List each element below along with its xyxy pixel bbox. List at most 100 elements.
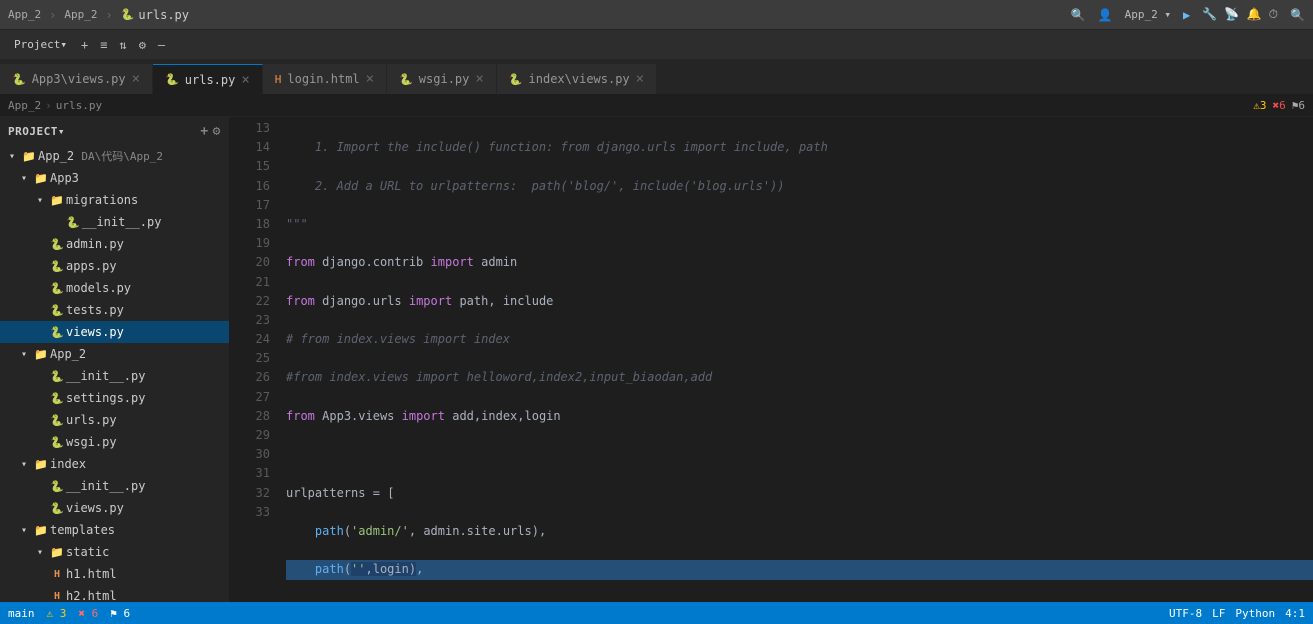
error-status[interactable]: ✖ 6 [78, 607, 98, 620]
folder-icon: 📁 [32, 524, 50, 537]
tab-app3views[interactable]: 🐍 App3\views.py × [0, 64, 153, 94]
code-line-22: urlpatterns = [ [286, 484, 1313, 503]
sidebar-item-apps[interactable]: 🐍 apps.py [0, 255, 229, 277]
code-line-19: #from index.views import helloword,index… [286, 368, 1313, 387]
tabbar: 🐍 App3\views.py × 🐍 urls.py × H login.ht… [0, 60, 1313, 95]
py-icon: 🐍 [48, 326, 66, 339]
title-app2: App_2 [8, 8, 41, 21]
sidebar: Project▾ + ⚙ ▾ 📁 App_2 DA\代码\App_2 ▾ 📁 A… [0, 117, 230, 602]
sidebar-item-models[interactable]: 🐍 models.py [0, 277, 229, 299]
sidebar-item-init2[interactable]: 🐍 __init__.py [0, 365, 229, 387]
minimize-icon[interactable]: – [154, 36, 169, 54]
sidebar-item-h1[interactable]: H h1.html [0, 563, 229, 585]
main-area: Project▾ + ⚙ ▾ 📁 App_2 DA\代码\App_2 ▾ 📁 A… [0, 117, 1313, 602]
tab-close[interactable]: × [636, 72, 644, 86]
title-urls: 🐍 urls.py [121, 8, 189, 22]
tab-label: App3\views.py [32, 72, 126, 86]
code-line-16: from django.contrib import admin [286, 253, 1313, 272]
code-line-21 [286, 445, 1313, 464]
py-icon: 🐍 [12, 73, 26, 86]
sidebar-item-urls[interactable]: 🐍 urls.py [0, 409, 229, 431]
html-icon: H [48, 591, 66, 602]
py-icon: 🐍 [48, 282, 66, 295]
user-icon[interactable]: 👤 [1098, 8, 1113, 22]
folder-icon: 📁 [48, 194, 66, 207]
tab-login[interactable]: H login.html × [263, 64, 387, 94]
py-icon: 🐍 [509, 73, 523, 86]
tab-close[interactable]: × [366, 72, 374, 86]
cursor-pos: 4:1 [1285, 607, 1305, 620]
code-line-25: # path('add/',add), [286, 599, 1313, 602]
sidebar-item-migrations[interactable]: ▾ 📁 migrations [0, 189, 229, 211]
py-icon: 🐍 [48, 392, 66, 405]
folder-icon: 📁 [20, 150, 38, 163]
line-numbers: 13 14 15 16 17 18 19 20 21 22 23 24 25 2… [230, 117, 278, 602]
toolbar: Project▾ + ≡ ⇅ ⚙ – [0, 30, 1313, 60]
sidebar-item-app2-root[interactable]: ▾ 📁 App_2 DA\代码\App_2 [0, 145, 229, 167]
info-status[interactable]: ⚑ 6 [110, 607, 130, 620]
settings-icon[interactable]: ⚙ [135, 36, 150, 54]
app2-label: App_2 ▾ [1125, 8, 1171, 21]
sidebar-settings-icon[interactable]: ⚙ [213, 124, 221, 139]
debug-icons: 🔧 📡 🔔 ⏱ [1202, 7, 1278, 22]
tab-urls[interactable]: 🐍 urls.py × [153, 64, 263, 94]
line-ending: LF [1212, 607, 1225, 620]
tab-wsgi[interactable]: 🐍 wsgi.py × [387, 64, 497, 94]
py-icon: 🐍 [48, 238, 66, 251]
py-icon: 🐍 [48, 502, 66, 515]
code-line-15: """ [286, 215, 1313, 234]
error-count: ✖6 [1273, 99, 1286, 112]
sidebar-item-templates[interactable]: ▾ 📁 templates [0, 519, 229, 541]
sidebar-header: Project▾ + ⚙ [0, 117, 229, 145]
code-editor[interactable]: 13 14 15 16 17 18 19 20 21 22 23 24 25 2… [230, 117, 1313, 602]
sidebar-item-index-views[interactable]: 🐍 views.py [0, 497, 229, 519]
folder-icon: 📁 [32, 172, 50, 185]
search-icon[interactable]: 🔍 [1071, 8, 1086, 22]
project-button[interactable]: Project▾ [8, 36, 73, 53]
add-icon[interactable]: + [77, 36, 92, 54]
sidebar-item-init1[interactable]: 🐍 __init__.py [0, 211, 229, 233]
code-line-24: path('',login), [286, 560, 1313, 579]
warning-status[interactable]: ⚠ 3 [47, 607, 67, 620]
sidebar-item-static[interactable]: ▾ 📁 static [0, 541, 229, 563]
sidebar-item-tests[interactable]: 🐍 tests.py [0, 299, 229, 321]
sidebar-item-views[interactable]: 🐍 views.py [0, 321, 229, 343]
sidebar-item-h2[interactable]: H h2.html [0, 585, 229, 602]
tab-close[interactable]: × [241, 73, 249, 87]
warning-count: ⚠3 [1253, 99, 1266, 112]
tab-close[interactable]: × [475, 72, 483, 86]
code-line-17: from django.urls import path, include [286, 292, 1313, 311]
sidebar-add-icon[interactable]: + [200, 124, 208, 139]
sidebar-item-init3[interactable]: 🐍 __init__.py [0, 475, 229, 497]
statusbar: main ⚠ 3 ✖ 6 ⚑ 6 UTF-8 LF Python 4:1 [0, 602, 1313, 624]
code-line-14: 2. Add a URL to urlpatterns: path('blog/… [286, 177, 1313, 196]
code-content[interactable]: 1. Import the include() function: from d… [278, 117, 1313, 602]
tab-label: index\views.py [529, 72, 630, 86]
sidebar-item-settings[interactable]: 🐍 settings.py [0, 387, 229, 409]
tab-label: wsgi.py [419, 72, 470, 86]
tab-indexviews[interactable]: 🐍 index\views.py × [497, 64, 657, 94]
collapse-icon[interactable]: ⇅ [115, 36, 130, 54]
py-icon: 🐍 [48, 304, 66, 317]
py-icon: 🐍 [48, 260, 66, 273]
sidebar-item-app2-folder[interactable]: ▾ 📁 App_2 [0, 343, 229, 365]
git-branch: main [8, 607, 35, 620]
code-line-23: path('admin/', admin.site.urls), [286, 522, 1313, 541]
html-icon: H [48, 569, 66, 580]
folder-icon: 📁 [32, 348, 50, 361]
sidebar-item-index[interactable]: ▾ 📁 index [0, 453, 229, 475]
title-app2-2: App_2 [64, 8, 97, 21]
maximize-search[interactable]: 🔍 [1290, 8, 1305, 22]
py-icon: 🐍 [165, 73, 179, 86]
language: Python [1235, 607, 1275, 620]
tab-close[interactable]: × [132, 72, 140, 86]
code-line-20: from App3.views import add,index,login [286, 407, 1313, 426]
py-icon: 🐍 [48, 414, 66, 427]
encoding: UTF-8 [1169, 607, 1202, 620]
sidebar-item-app3[interactable]: ▾ 📁 App3 [0, 167, 229, 189]
run-icon[interactable]: ▶ [1183, 8, 1190, 22]
folder-icon: 📁 [32, 458, 50, 471]
sidebar-item-admin[interactable]: 🐍 admin.py [0, 233, 229, 255]
list-icon[interactable]: ≡ [96, 36, 111, 54]
sidebar-item-wsgi[interactable]: 🐍 wsgi.py [0, 431, 229, 453]
